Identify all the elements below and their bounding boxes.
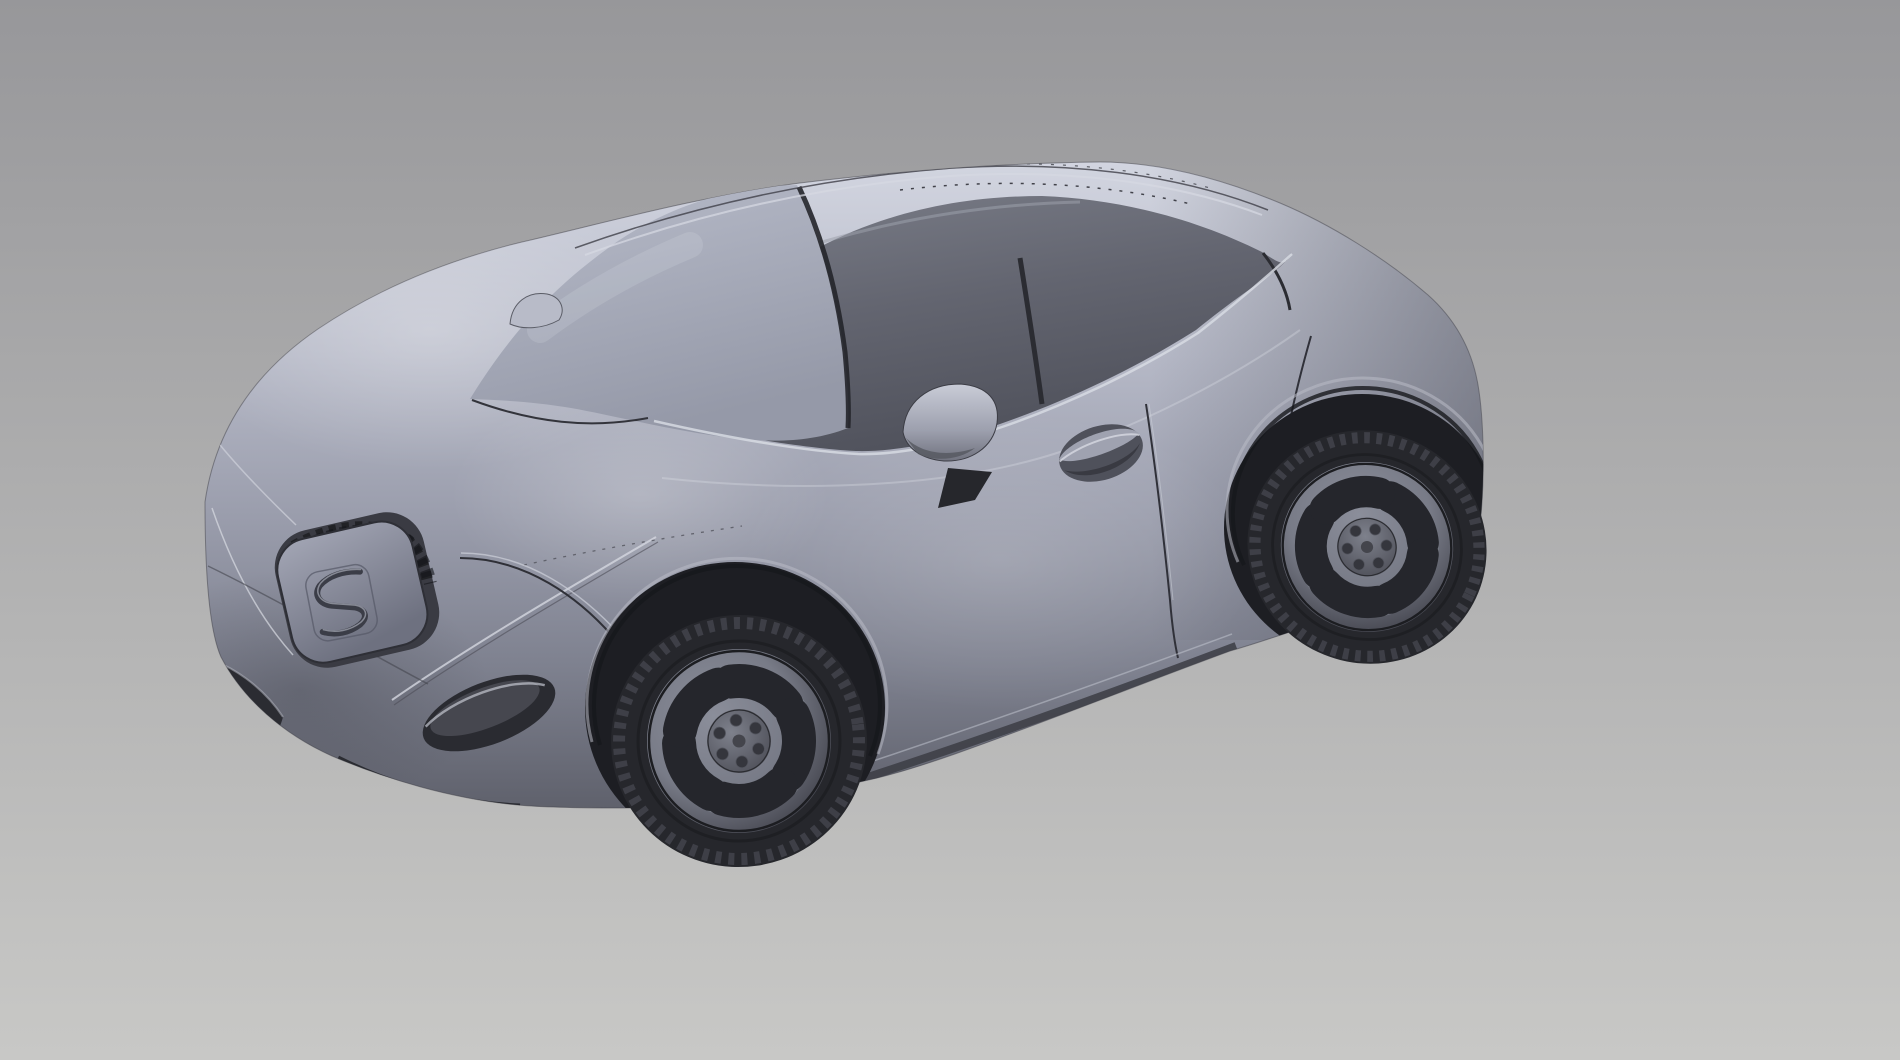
car-render [0,0,1900,1060]
render-viewport [0,0,1900,1060]
